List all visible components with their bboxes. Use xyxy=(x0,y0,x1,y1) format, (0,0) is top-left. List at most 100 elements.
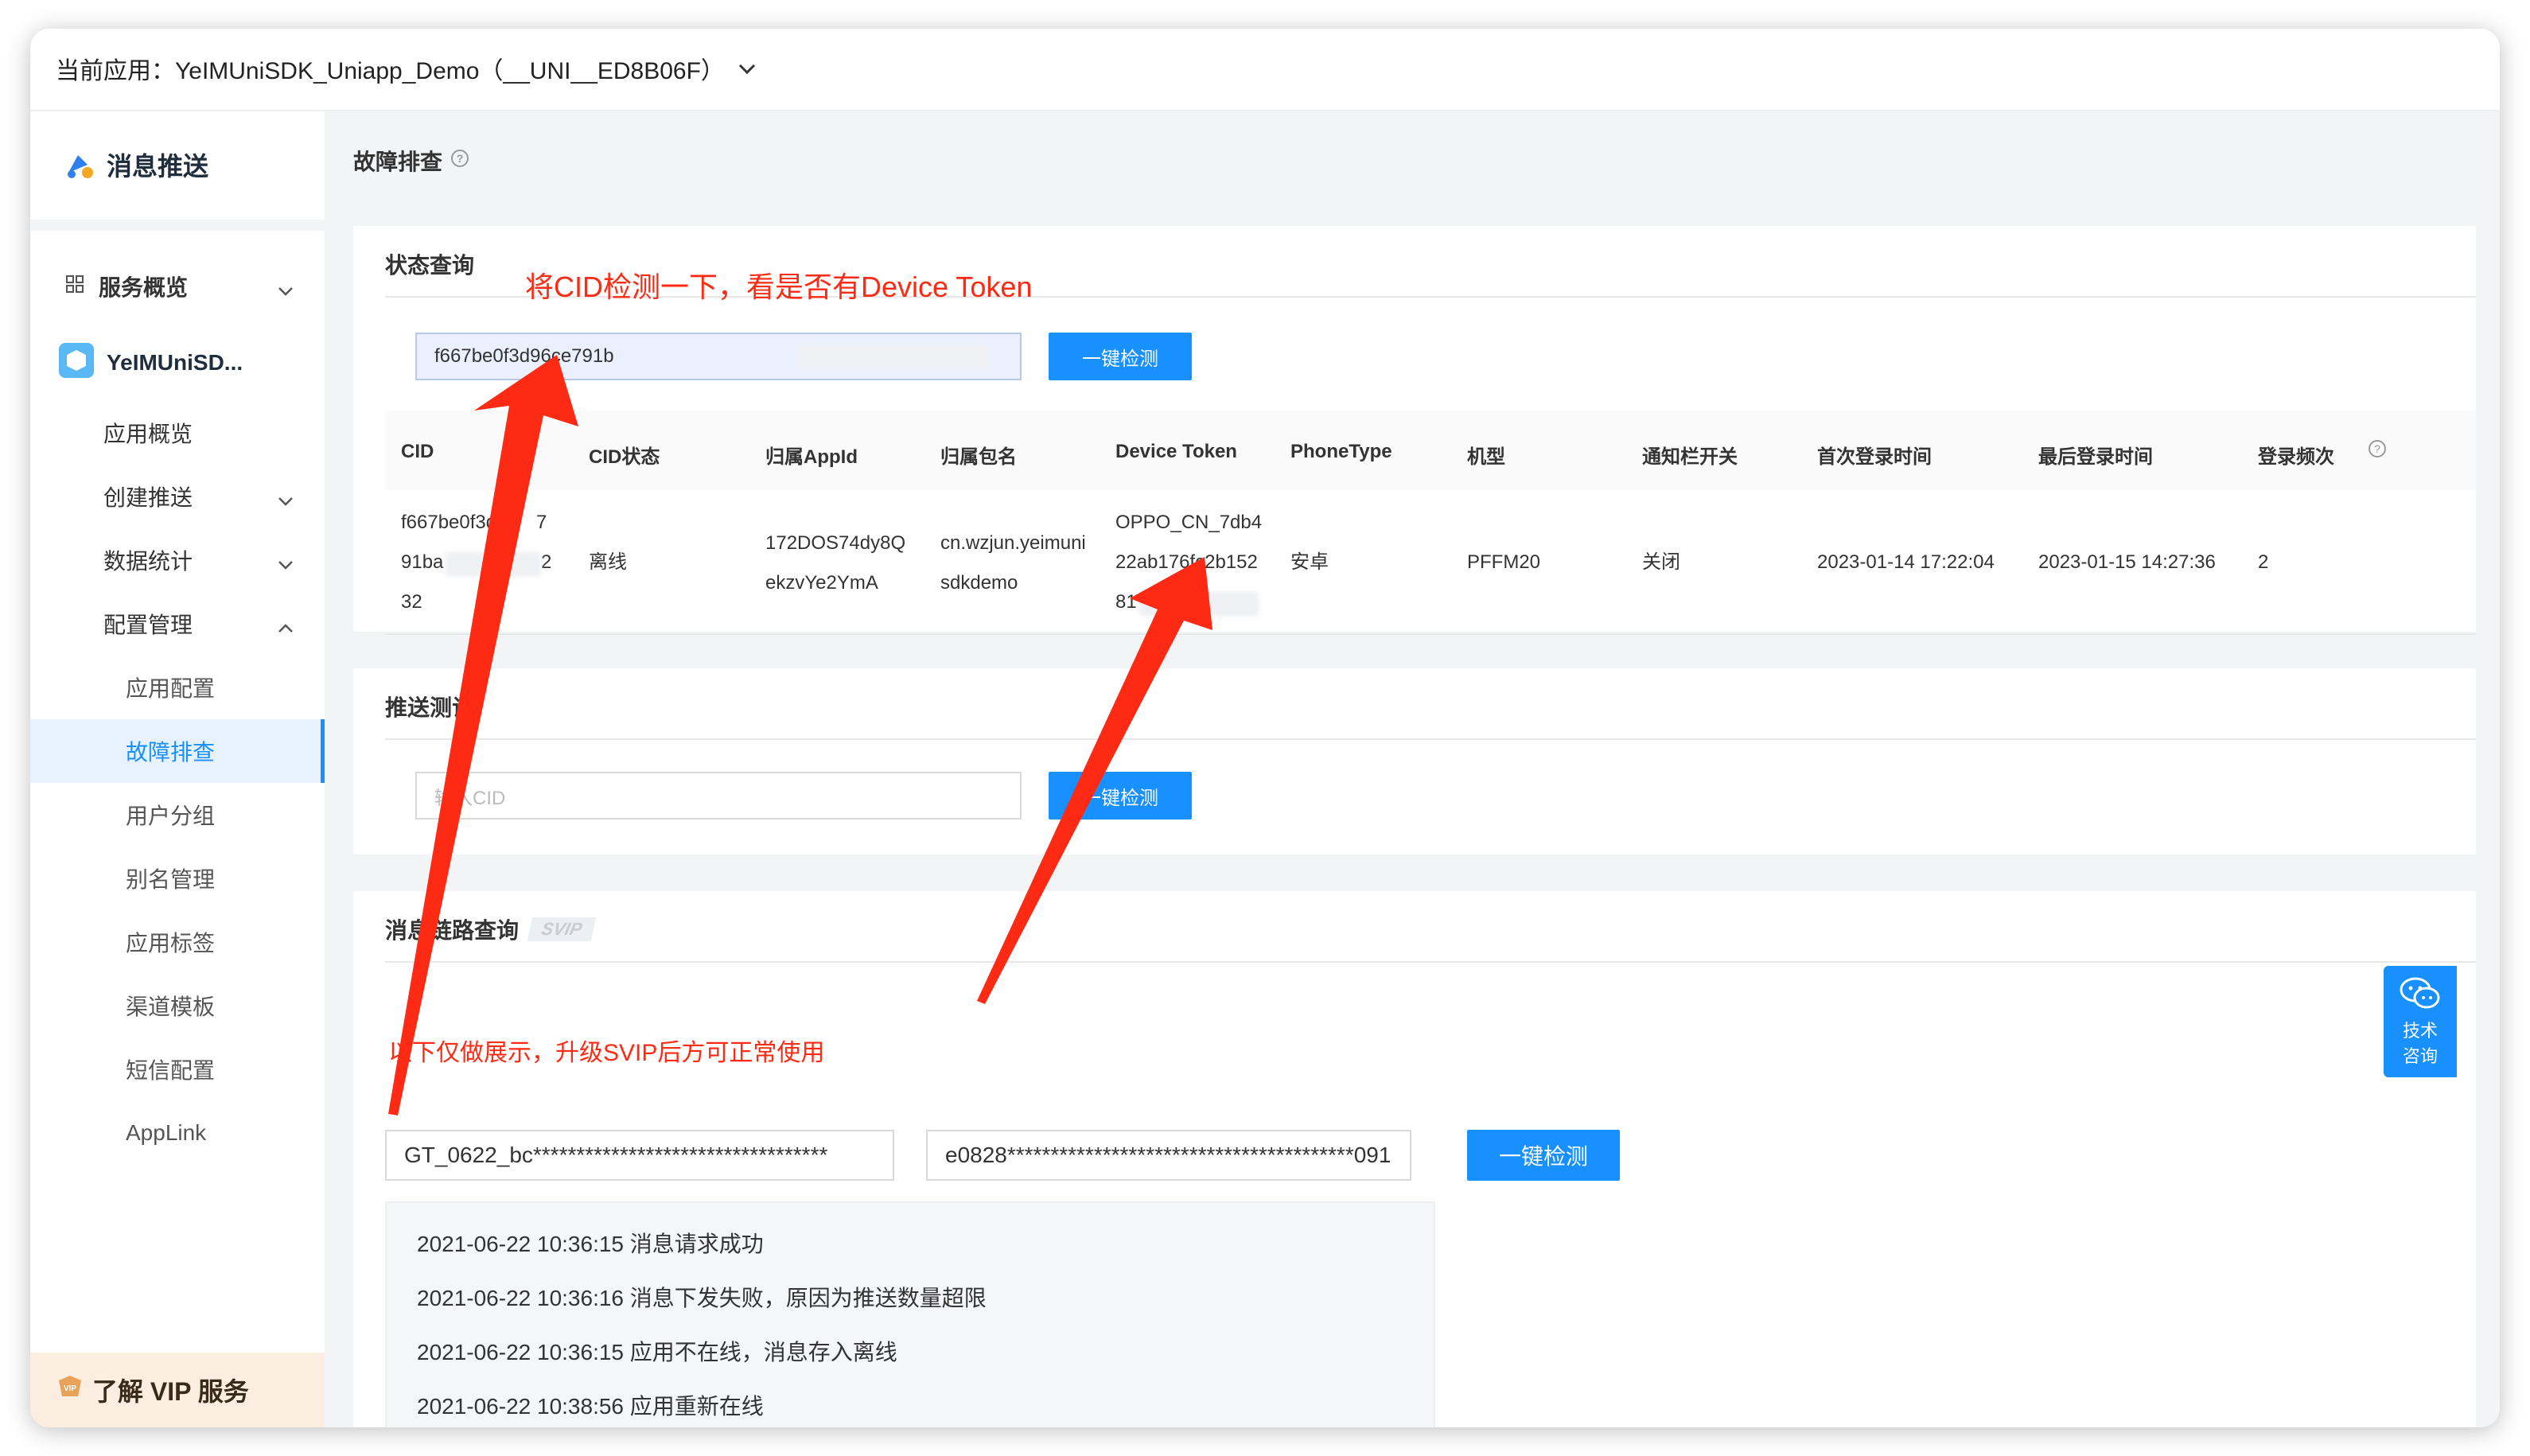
cell-cid: 2 xyxy=(541,551,552,573)
column-header: PhoneType xyxy=(1290,441,1392,462)
sidebar-brand[interactable]: 消息推送 xyxy=(64,146,208,183)
sidebar-item-applink[interactable]: AppLink xyxy=(30,1101,325,1165)
sidebar-divider xyxy=(30,220,325,231)
column-header: 首次登录时间 xyxy=(1817,446,1932,468)
redaction-blur xyxy=(799,345,990,369)
top-bar: 当前应用：YeIMUniSDK_Uniapp_Demo（__UNI__ED8B0… xyxy=(30,29,2500,111)
app-selector-label: 当前应用：YeIMUniSDK_Uniapp_Demo（__UNI__ED8B0… xyxy=(56,58,725,84)
sidebar-item-label: 应用概览 xyxy=(103,422,193,446)
column-header: 通知栏开关 xyxy=(1642,446,1738,468)
vip-service-label: 了解 VIP 服务 xyxy=(92,1377,249,1406)
cell-status: 离线 xyxy=(589,551,627,573)
sidebar-item-label: 数据统计 xyxy=(103,549,193,574)
sidebar-item-app-tags[interactable]: 应用标签 xyxy=(30,910,325,974)
chevron-down-icon xyxy=(738,55,757,82)
sidebar-item-service-overview[interactable]: 服务概览 xyxy=(30,255,325,318)
svg-text:?: ? xyxy=(2374,442,2380,455)
push-check-button[interactable]: 一键检测 xyxy=(1049,772,1192,819)
log-entry: 2021-06-22 10:36:16 消息下发失败，原因为推送数量超限 xyxy=(417,1286,987,1310)
link-query-title-text: 消息链路查询 xyxy=(385,918,520,943)
push-cid-input[interactable]: 输入CID xyxy=(415,772,1022,819)
link-check-button[interactable]: 一键检测 xyxy=(1467,1130,1620,1181)
push-test-card: 推送测试 输入CID 一键检测 xyxy=(353,668,2476,855)
redaction-blur xyxy=(446,552,541,576)
cid-input-value: f667be0f3d96ce791b xyxy=(434,345,614,367)
cell-first-login: 2023-01-14 17:22:04 xyxy=(1817,551,1995,573)
cell-appid: 172DOS74dy8Q xyxy=(765,532,906,554)
svip-badge: SVIP xyxy=(527,917,597,941)
sidebar-item-label: 故障排查 xyxy=(126,740,216,765)
svg-text:VIP: VIP xyxy=(64,1384,76,1393)
redaction-blur xyxy=(1139,592,1259,616)
divider xyxy=(385,961,2476,963)
log-entry: 2021-06-22 10:36:15 应用不在线，消息存入离线 xyxy=(417,1340,897,1365)
sidebar: 消息推送 服务概览 YeIMUniSD... 应用概览 创建推送 数据统计 配置… xyxy=(30,111,325,1427)
cell-device-token: 22ab176fc2b152 xyxy=(1115,551,1258,573)
sidebar-brand-label: 消息推送 xyxy=(107,152,209,181)
chevron-up-icon xyxy=(277,614,294,640)
sidebar-item-user-groups[interactable]: 用户分组 xyxy=(30,783,325,847)
check-button[interactable]: 一键检测 xyxy=(1049,333,1192,380)
status-query-title: 状态查询 xyxy=(385,253,475,278)
link-query-card: 消息链路查询 SVIP GT_0622_bc******************… xyxy=(353,891,2476,1427)
cell-model: PFFM20 xyxy=(1467,551,1541,573)
help-icon[interactable]: ? xyxy=(450,148,469,173)
page-title-text: 故障排查 xyxy=(353,150,443,174)
vip-service-link[interactable]: VIP 了解 VIP 服务 xyxy=(30,1353,325,1427)
divider xyxy=(385,738,2476,740)
sidebar-item-app-config[interactable]: 应用配置 xyxy=(30,656,325,719)
tech-support-label-1: 技术 xyxy=(2402,1021,2438,1041)
tech-support-button[interactable]: 技术 咨询 xyxy=(2384,966,2457,1077)
column-header: 归属包名 xyxy=(940,446,1017,468)
grid-icon xyxy=(65,274,84,299)
annotation-bottom: 以下仅做展示，升级SVIP后方可正常使用 xyxy=(388,1040,825,1066)
app-cube-icon xyxy=(59,342,94,383)
column-header: 归属AppId xyxy=(765,446,858,468)
cell-phone-type: 安卓 xyxy=(1290,551,1329,573)
cell-cid: 32 xyxy=(401,591,422,613)
log-entry: 2021-06-22 10:36:15 消息请求成功 xyxy=(417,1232,764,1256)
sidebar-item-label: AppLink xyxy=(126,1120,207,1145)
link-cid-input[interactable]: GT_0622_bc******************************… xyxy=(385,1130,894,1181)
chevron-down-icon xyxy=(277,487,294,512)
sidebar-item-app-overview[interactable]: 应用概览 xyxy=(30,401,325,465)
column-header: Device Token xyxy=(1115,441,1237,462)
sidebar-item-label: 应用标签 xyxy=(126,931,216,956)
link-cid-value: GT_0622_bc******************************… xyxy=(404,1143,828,1167)
sidebar-item-statistics[interactable]: 数据统计 xyxy=(30,528,325,592)
link-token-value: e0828***********************************… xyxy=(945,1143,1392,1167)
link-query-title: 消息链路查询 SVIP xyxy=(385,913,597,945)
sidebar-item-label: 配置管理 xyxy=(103,613,193,637)
column-header: 最后登录时间 xyxy=(2038,446,2153,468)
table-header: CID CID状态 归属AppId 归属包名 Device Token Phon… xyxy=(385,411,2476,490)
sidebar-item-channel-templates[interactable]: 渠道模板 xyxy=(30,974,325,1037)
sidebar-item-alias[interactable]: 别名管理 xyxy=(30,847,325,910)
sidebar-item-label: 应用配置 xyxy=(126,676,216,701)
push-test-title: 推送测试 xyxy=(385,695,475,720)
sidebar-item-sms-config[interactable]: 短信配置 xyxy=(30,1037,325,1101)
vip-icon: VIP xyxy=(56,1372,84,1407)
sidebar-item-create-push[interactable]: 创建推送 xyxy=(30,465,325,528)
cell-package: sdkdemo xyxy=(940,572,1018,594)
link-token-input[interactable]: e0828***********************************… xyxy=(926,1130,1411,1181)
help-icon[interactable]: ? xyxy=(2368,439,2387,462)
main-content: 故障排查 ? 状态查询 f667be0f3d96ce791b 一键检测 CID … xyxy=(325,111,2500,1427)
sidebar-item-label: 别名管理 xyxy=(126,867,216,892)
sidebar-item-config-management[interactable]: 配置管理 xyxy=(30,592,325,656)
sidebar-item-app[interactable]: YeIMUniSD... xyxy=(30,331,325,395)
tech-support-label-2: 咨询 xyxy=(2402,1046,2438,1066)
cell-device-token: OPPO_CN_7db4 xyxy=(1115,512,1263,533)
column-header: CID xyxy=(401,441,434,462)
cell-cid: 7 xyxy=(536,512,547,533)
sidebar-item-troubleshooting[interactable]: 故障排查 xyxy=(30,719,325,783)
cell-last-login: 2023-01-15 14:27:36 xyxy=(2038,551,2216,573)
cell-appid: ekzvYe2YmA xyxy=(765,572,878,594)
cell-cid: 91ba xyxy=(401,551,444,573)
column-header: 登录频次 xyxy=(2258,446,2334,468)
cell-notify-switch: 关闭 xyxy=(1642,551,1680,573)
cell-cid: f667be0f3d xyxy=(401,512,497,533)
log-entry: 2021-06-22 10:38:56 应用重新在线 xyxy=(417,1394,764,1419)
app-selector[interactable]: 当前应用：YeIMUniSDK_Uniapp_Demo（__UNI__ED8B0… xyxy=(56,51,757,86)
push-cid-placeholder: 输入CID xyxy=(434,787,506,809)
annotation-top: 将CID检测一下，看是否有Device Token xyxy=(525,271,1033,303)
